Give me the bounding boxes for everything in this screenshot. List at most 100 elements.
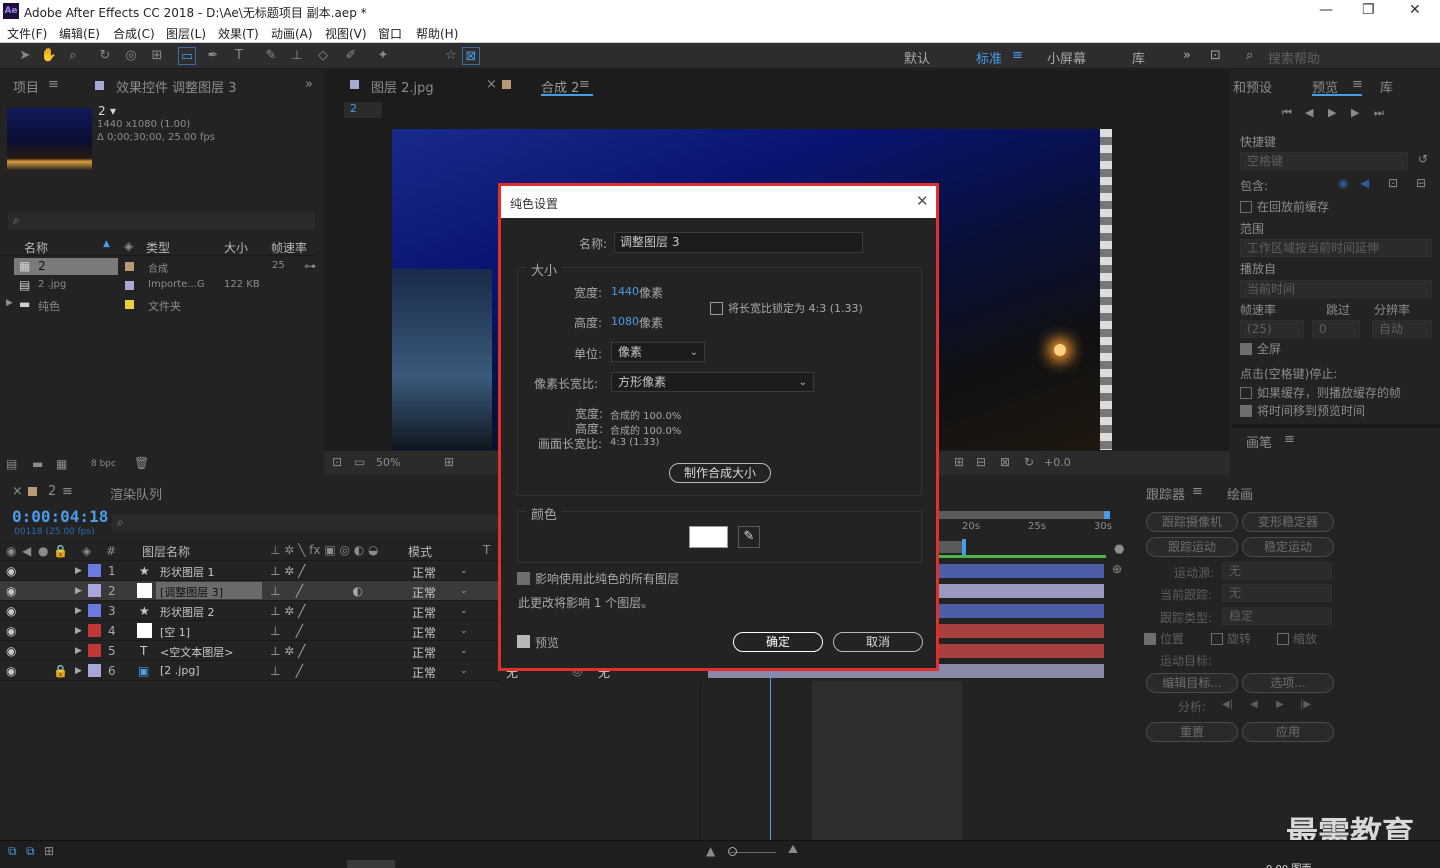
layer-bar[interactable] [938,604,1104,618]
layer-mode-dropdown[interactable]: 正常 [412,664,436,681]
current-time-indicator[interactable] [770,668,771,840]
menu-layer[interactable]: 图层(L) [166,25,206,42]
flowchart-icon[interactable]: ⊶ [304,259,316,273]
label-color-swatch[interactable] [88,584,101,597]
play-from-dropdown[interactable]: 当前时间 [1240,280,1432,298]
list-item[interactable]: ▦ 2 合成 25 ⊶ [0,258,318,277]
project-search-input[interactable]: ⌕ [8,212,315,230]
rotate-tool-icon[interactable]: ↻ [96,47,114,65]
tab-timeline-comp[interactable]: 2 [48,484,56,499]
work-area-bar[interactable] [938,511,1106,519]
reset-exposure-icon[interactable]: ↻ [1024,455,1034,469]
workspace-standard[interactable]: 标准 [976,48,1002,67]
units-dropdown[interactable]: 像素 ⌄ [611,342,705,362]
close-icon[interactable]: ✕ [1409,2,1421,18]
layer-mode-dropdown[interactable]: 正常 [412,644,436,661]
eye-icon[interactable]: ◉ [6,584,16,598]
label-color-swatch[interactable] [88,664,101,677]
overlay-toggle-icon[interactable]: ⊡ [1388,176,1398,190]
track-camera-button[interactable]: 跟踪摄像机 [1146,512,1238,532]
menu-edit[interactable]: 编辑(E) [59,25,100,42]
selection-tool-icon[interactable]: ➤ [16,47,34,65]
pixel-ratio-dropdown[interactable]: 方形像素 ⌄ [611,372,814,392]
menu-effect[interactable]: 效果(T) [218,25,259,42]
eyedropper-icon[interactable]: ✎ [738,526,760,548]
comp-mini-icon[interactable]: ⧉ [8,844,17,859]
reset-button[interactable]: 重置 [1146,722,1238,742]
grid-icon[interactable]: ⊟ [976,455,986,469]
maximize-icon[interactable]: ❐ [1362,2,1375,18]
prev-frame-icon[interactable]: ◀ [1305,106,1313,119]
resolution-dropdown[interactable]: 自动 [1372,320,1432,338]
label-color-swatch[interactable] [88,624,101,637]
column-name[interactable]: 名称 [24,239,48,256]
table-row[interactable]: ◉ ▶ 3 ★ 形状图层 2 ⊥ ✲ ╱ 正常 ⌄ [0,601,500,621]
tab-menu-icon[interactable]: ≡ [1192,484,1203,499]
menu-window[interactable]: 窗口 [378,25,402,42]
eye-icon[interactable]: ◉ [6,564,16,578]
3d-view-icon[interactable]: ⊠ [1000,455,1010,469]
list-item[interactable]: ▤ 2 .jpg Importe...G 122 KB [0,277,318,296]
channel-icon[interactable]: ⊞ [954,455,964,469]
tab-menu-icon[interactable]: ≡ [579,77,590,92]
pan-behind-tool-icon[interactable]: ⊞ [148,47,166,65]
label-column-icon[interactable]: ◈ [124,239,133,253]
puppet-tool-icon[interactable]: ✦ [374,47,392,65]
expand-triangle-icon[interactable]: ▶ [75,566,82,576]
expand-triangle-icon[interactable]: ▶ [6,298,13,308]
shortcut-dropdown[interactable]: 空格键 [1240,152,1408,170]
move-time-checkbox[interactable] [1240,405,1252,417]
play-icon[interactable]: ▶ [1328,106,1336,119]
eraser-tool-icon[interactable]: ◇ [314,47,332,65]
search-help-input[interactable]: 搜索帮助 [1268,48,1320,67]
lock-icon[interactable]: 🔒 [53,664,68,678]
breadcrumb[interactable]: 2 [344,102,382,118]
stabilize-motion-button[interactable]: 稳定运动 [1242,537,1334,557]
exposure-value[interactable]: +0.0 [1044,456,1071,469]
expand-triangle-icon[interactable]: ▶ [75,586,82,596]
comp-button-icon[interactable]: ⊕ [1112,562,1122,576]
workspace-small-screen[interactable]: 小屏幕 [1047,48,1086,67]
layer-mode-dropdown[interactable]: 正常 [412,564,436,581]
layer-mode-dropdown[interactable]: 正常 [412,584,436,601]
workspace-library[interactable]: 库 [1132,48,1145,67]
layer-name[interactable]: [2 .jpg] [160,664,200,677]
layer-name[interactable]: [调整图层 3] [160,584,223,600]
workspace-default[interactable]: 默认 [904,48,930,67]
layer-bar[interactable] [938,624,1104,638]
layer-switches[interactable]: ⊥ ╱ [270,624,303,638]
hand-tool-icon[interactable]: ✋ [40,47,58,65]
sync-settings-icon[interactable]: ⊡ [1210,48,1221,63]
layer-switches[interactable]: ⊥ ✲ ╱ [270,644,305,658]
layer-mode-dropdown[interactable]: 正常 [412,624,436,641]
expand-triangle-icon[interactable]: ▶ [75,666,82,676]
pen-tool-icon[interactable]: ✒ [204,47,222,65]
column-type[interactable]: 类型 [146,239,170,256]
external-toggle-icon[interactable]: ⊟ [1416,176,1426,190]
lock-ratio-checkbox[interactable] [710,302,723,315]
tab-paint[interactable]: 绘画 [1227,484,1253,503]
zoom-dropdown[interactable]: 50% [376,456,400,469]
layer-bar[interactable] [938,564,1104,578]
tab-library[interactable]: 库 [1380,77,1393,96]
tab-menu-icon[interactable]: ≡ [48,77,59,92]
cache-before-checkbox[interactable] [1240,201,1252,213]
snap-icon[interactable]: ⊠ [462,47,480,65]
warp-stabilizer-button[interactable]: 变形稳定器 [1242,512,1334,532]
time-ruler[interactable]: 20s 25s 30s [938,511,1112,561]
layer-name[interactable]: [空 1] [160,624,190,640]
table-row[interactable]: ◉ ▶ 2 [调整图层 3] ⊥ ╱ ◐ 正常 ⌄ [0,581,500,601]
eye-icon[interactable]: ◉ [6,624,16,638]
layer-name[interactable]: <空文本图层> [160,644,233,660]
cancel-button[interactable]: 取消 [833,632,923,652]
fit-icon[interactable]: ⊞ [444,455,454,469]
reset-icon[interactable]: ↺ [1418,152,1428,166]
camera-tool-icon[interactable]: ◎ [122,47,140,65]
column-fps[interactable]: 帧速率 [271,239,307,256]
track-type-dropdown[interactable]: 稳定 [1222,607,1332,625]
workspace-overflow-icon[interactable]: » [1183,48,1191,63]
layer-bar[interactable] [938,644,1104,658]
layer-switches[interactable]: ⊥ ╱ ◐ [270,584,363,598]
playhead-marker[interactable] [962,539,966,555]
zoom-out-icon[interactable]: ▲ [706,844,715,858]
